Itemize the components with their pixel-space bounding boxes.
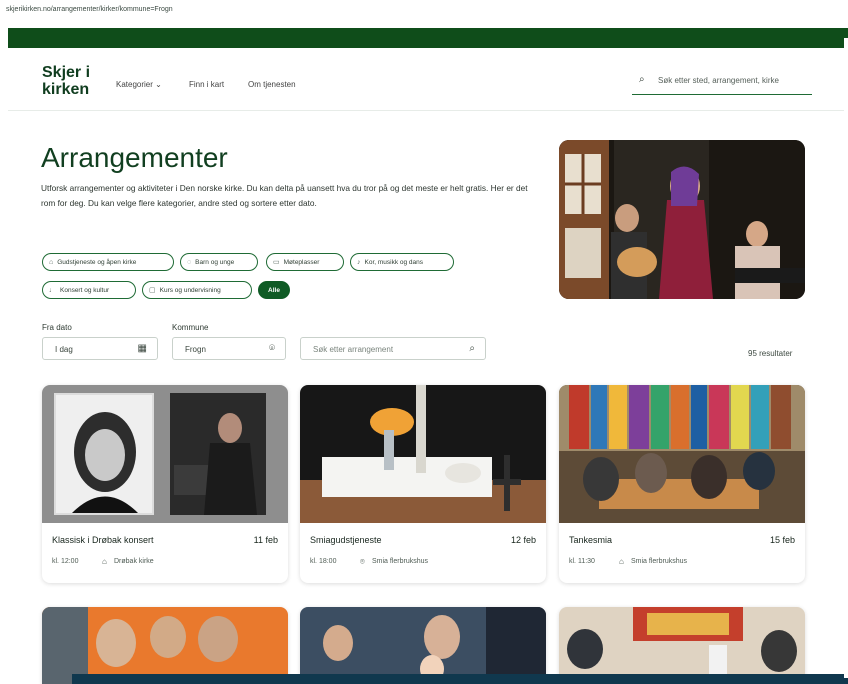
- chevron-down-icon: ⌄: [155, 80, 162, 89]
- book-icon: ▢: [149, 287, 156, 294]
- event-card[interactable]: Smiagudstjeneste 12 feb kl. 18:00 ⌾ Smia…: [300, 385, 546, 583]
- event-time: kl. 11:30: [569, 558, 595, 565]
- event-location: Smia flerbrukshus: [631, 558, 688, 565]
- logo-line-2: kirken: [42, 81, 90, 98]
- event-location: Smia flerbrukshus: [372, 558, 429, 565]
- calendar-icon: ▦: [137, 343, 147, 354]
- scrollbar[interactable]: [844, 38, 848, 678]
- church-icon: ⌂: [619, 557, 624, 566]
- message-icon: ▭: [273, 259, 280, 266]
- logo-line-1: Skjer i: [42, 64, 91, 81]
- event-date: 12 feb: [510, 535, 536, 545]
- search-icon: ⌕: [639, 74, 645, 85]
- municipality-label: Kommune: [172, 323, 209, 332]
- chip-children-label: Barn og unge: [195, 258, 235, 266]
- mic-icon: ♩: [49, 286, 56, 294]
- chip-concert[interactable]: ♩ Konsert og kultur: [42, 281, 136, 299]
- chip-worship-label: Gudstjeneste og åpen kirke: [57, 258, 137, 266]
- page-title: Arrangementer: [41, 142, 228, 173]
- chip-all[interactable]: Alle: [258, 281, 290, 299]
- nav-about[interactable]: Om tjenesten: [248, 80, 296, 89]
- chip-meeting-places[interactable]: ▭ Møteplasser: [266, 253, 344, 271]
- event-card-partial[interactable]: [559, 607, 805, 684]
- chip-meeting-places-label: Møteplasser: [283, 258, 320, 266]
- event-card-partial[interactable]: [300, 607, 546, 684]
- event-date: 11 feb: [253, 535, 278, 545]
- header-search[interactable]: ⌕ Søk etter sted, arrangement, kirke: [632, 68, 812, 95]
- speech-icon: ◌: [187, 258, 192, 266]
- event-location: Drøbak kirke: [114, 558, 154, 565]
- event-search-placeholder: Søk etter arrangement: [313, 345, 394, 354]
- taskbar: [72, 674, 848, 684]
- event-search-field[interactable]: Søk etter arrangement ⌕: [300, 337, 486, 360]
- chip-worship[interactable]: ⌂ Gudstjeneste og åpen kirke: [42, 253, 174, 271]
- location-pin-icon: ⌾: [360, 557, 365, 566]
- event-image: [300, 385, 546, 523]
- nav-map[interactable]: Finn i kart: [189, 80, 224, 89]
- nav-categories[interactable]: Kategorier ⌄: [116, 80, 162, 89]
- event-card[interactable]: Klassisk i Drøbak konsert 11 feb kl. 12:…: [42, 385, 288, 583]
- church-icon: ⌂: [102, 557, 107, 566]
- chip-children[interactable]: ◌ Barn og unge: [180, 253, 258, 271]
- event-title: Smiagudstjeneste: [310, 535, 382, 545]
- location-pin-icon: ⌾: [269, 343, 275, 354]
- site-header: Skjer i kirken Kategorier ⌄ Finn i kart …: [8, 48, 848, 111]
- municipality-field[interactable]: Frogn ⌾: [172, 337, 286, 360]
- chip-courses-label: Kurs og undervisning: [159, 286, 221, 294]
- from-date-field[interactable]: I dag ▦: [42, 337, 158, 360]
- municipality-value: Frogn: [185, 345, 206, 354]
- event-card-partial[interactable]: [42, 607, 288, 684]
- search-icon: ⌕: [469, 343, 475, 354]
- site-logo[interactable]: Skjer i kirken: [42, 64, 90, 98]
- event-image: [42, 385, 288, 523]
- nav-categories-label: Kategorier: [116, 80, 153, 89]
- browser-url[interactable]: skjerikirken.no/arrangementer/kirker/kom…: [6, 6, 173, 13]
- from-date-label: Fra dato: [42, 323, 72, 332]
- event-image: [559, 385, 805, 523]
- music-icon: ♪: [357, 258, 361, 266]
- chip-concert-label: Konsert og kultur: [60, 286, 110, 294]
- page-description: Utforsk arrangementer og aktiviteter i D…: [41, 183, 528, 208]
- event-time: kl. 12:00: [52, 558, 79, 565]
- hero-image: [559, 140, 805, 299]
- event-card[interactable]: Tankesmia 15 feb kl. 11:30 ⌂ Smia flerbr…: [559, 385, 805, 583]
- chip-courses[interactable]: ▢ Kurs og undervisning: [142, 281, 252, 299]
- chip-music-label: Kor, musikk og dans: [364, 258, 424, 266]
- church-icon: ⌂: [49, 258, 54, 266]
- from-date-value: I dag: [55, 345, 73, 354]
- header-search-placeholder: Søk etter sted, arrangement, kirke: [658, 76, 779, 85]
- event-title: Tankesmia: [569, 535, 613, 545]
- event-time: kl. 18:00: [310, 558, 337, 565]
- top-green-band: [8, 28, 848, 48]
- event-date: 15 feb: [769, 535, 795, 545]
- event-title: Klassisk i Drøbak konsert: [52, 535, 154, 545]
- results-count: 95 resultater: [748, 349, 793, 358]
- chip-music[interactable]: ♪ Kor, musikk og dans: [350, 253, 454, 271]
